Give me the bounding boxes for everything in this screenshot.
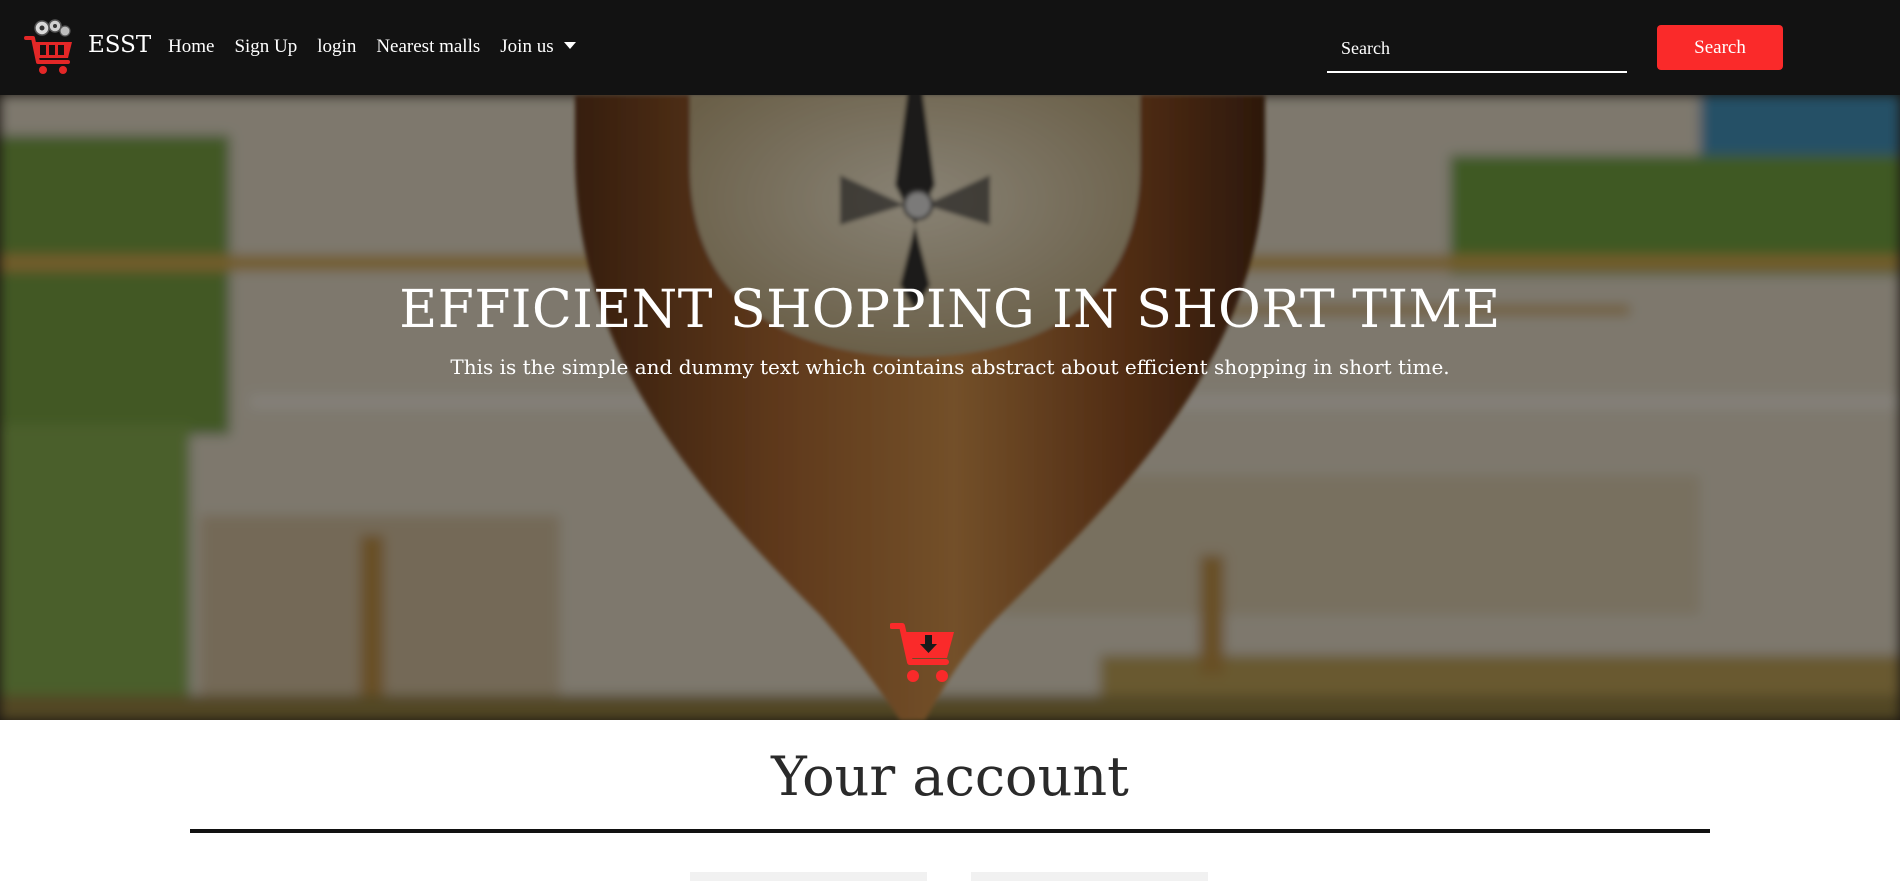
- caret-down-icon: [563, 41, 576, 49]
- account-card[interactable]: [690, 872, 927, 881]
- hero-banner: EFFICIENT SHOPPING IN SHORT TIME This is…: [0, 95, 1900, 720]
- nav-login[interactable]: login: [317, 36, 356, 58]
- hero-title: EFFICIENT SHOPPING IN SHORT TIME: [399, 280, 1501, 340]
- account-heading: Your account: [771, 745, 1129, 808]
- cart-logo-icon: [24, 19, 72, 74]
- nav-nearest-malls[interactable]: Nearest malls: [376, 36, 480, 58]
- search-button[interactable]: Search: [1657, 25, 1783, 70]
- brand-name: ESST: [88, 32, 152, 58]
- search-input[interactable]: [1327, 25, 1627, 73]
- join-us-label: Join us: [500, 36, 554, 57]
- cart-download-icon[interactable]: [890, 622, 956, 684]
- account-divider: [190, 829, 1710, 833]
- nav-links: Home Sign Up login Nearest malls Join us: [168, 36, 576, 58]
- brand-link[interactable]: ESST: [24, 18, 151, 78]
- account-card[interactable]: [971, 872, 1208, 881]
- nav-join-us-dropdown[interactable]: Join us: [500, 36, 576, 58]
- hero-subtitle: This is the simple and dummy text which …: [450, 355, 1450, 379]
- nav-home[interactable]: Home: [168, 36, 214, 58]
- nav-sign-up[interactable]: Sign Up: [234, 36, 297, 58]
- navbar: ESST Home Sign Up login Nearest malls Jo…: [0, 0, 1900, 95]
